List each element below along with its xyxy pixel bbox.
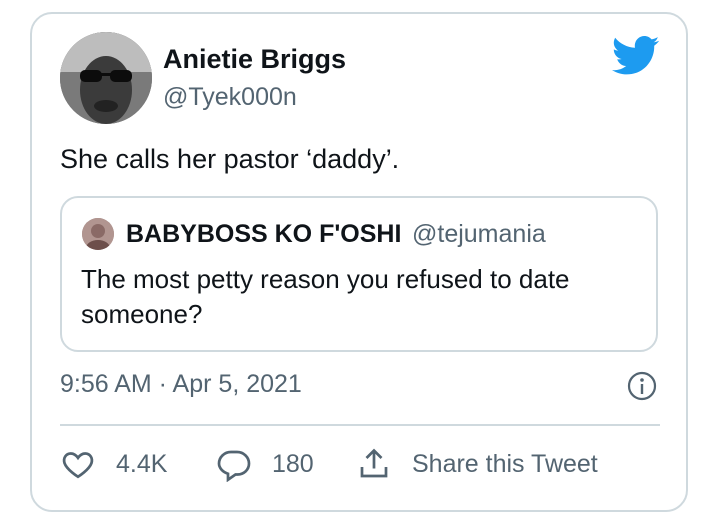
quoted-avatar — [82, 218, 114, 250]
info-icon[interactable] — [626, 370, 658, 402]
author-avatar[interactable] — [60, 32, 152, 124]
share-icon — [360, 448, 388, 478]
author-handle[interactable]: @Tyek000n — [163, 83, 297, 112]
like-count: 4.4K — [116, 449, 168, 478]
quoted-text: The most petty reason you refused to dat… — [81, 264, 570, 329]
quoted-author-name: BABYBOSS KO F'OSHI — [126, 220, 402, 248]
tweet-text: She calls her pastor ‘daddy’. — [60, 144, 400, 174]
twitter-bird-icon[interactable] — [612, 36, 660, 76]
heart-icon — [62, 452, 94, 479]
reply-button[interactable]: 180 — [216, 444, 314, 484]
quoted-author-handle: @tejumania — [412, 220, 546, 248]
author-name[interactable]: Anietie Briggs — [163, 44, 346, 75]
divider — [60, 424, 660, 426]
reply-bubble-icon — [217, 450, 251, 482]
like-button[interactable]: 4.4K — [60, 444, 167, 484]
share-button[interactable]: Share this Tweet — [356, 444, 598, 484]
tweet-actions: 4.4K 180 Share this Tweet — [60, 444, 660, 484]
share-label: Share this Tweet — [412, 449, 598, 478]
reply-count: 180 — [272, 449, 314, 478]
tweet-timestamp[interactable]: 9:56 AM · Apr 5, 2021 — [60, 370, 302, 399]
